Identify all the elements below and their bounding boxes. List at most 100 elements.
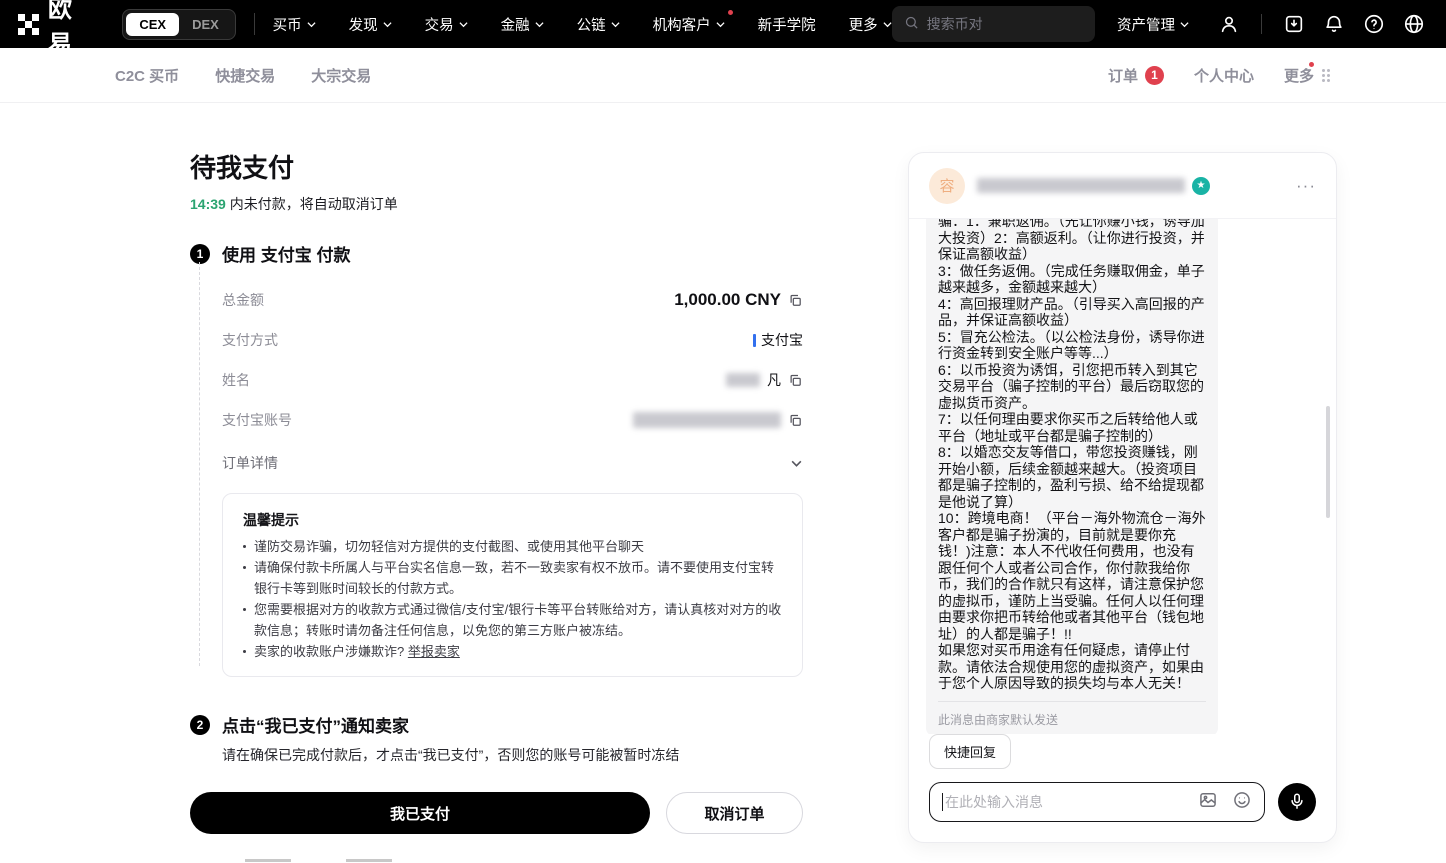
cex-dex-toggle: CEX DEX	[122, 9, 235, 40]
alipay-method-icon	[753, 334, 756, 347]
tip-item: 请确保付款卡所属人与平台实名信息一致，若不一致卖家有权不放币。请不要使用支付宝转…	[243, 557, 782, 599]
nav-divider	[254, 13, 255, 35]
payee-name-redacted	[726, 373, 760, 387]
menu-trade[interactable]: 交易	[425, 14, 468, 35]
chevron-down-icon	[307, 20, 316, 29]
notifications-bell-icon[interactable]	[1320, 10, 1348, 38]
step1-header: 1 使用 支付宝 付款	[190, 241, 803, 266]
merchant-avatar[interactable]: 容	[929, 168, 965, 204]
total-amount-row: 总金额 1,000.00 CNY	[222, 280, 803, 320]
quick-reply-button[interactable]: 快捷回复	[929, 734, 1011, 769]
tip-item: 卖家的收款账户涉嫌欺诈? 举报卖家	[243, 641, 782, 662]
tips-list: 谨防交易诈骗，切勿轻信对方提供的支付截图、或使用其他平台聊天 请确保付款卡所属人…	[243, 536, 782, 662]
payment-method-row: 支付方式 支付宝	[222, 320, 803, 360]
top-menu: 买币 发现 交易 金融 公链 机构客户 新手学院 更多	[273, 14, 892, 35]
orders-count-badge: 1	[1145, 66, 1164, 85]
chat-message-input[interactable]: 在此处输入消息	[929, 782, 1265, 822]
payee-name-row: 姓名 凡	[222, 360, 803, 400]
step2-subtitle: 请在确保已完成付款后，才点击“我已支付”，否则您的账号可能被暂时冻结	[222, 745, 803, 765]
tip-item: 您需要根据对方的收款方式通过微信/支付宝/银行卡等平台转账给对方，请认真核对对方…	[243, 599, 782, 641]
tab-block-trade[interactable]: 大宗交易	[311, 65, 371, 86]
menu-institutional[interactable]: 机构客户	[653, 14, 725, 35]
chat-footer: 快捷回复 在此处输入消息	[909, 734, 1336, 842]
new-dot	[1309, 62, 1314, 67]
total-amount-value: 1,000.00 CNY	[674, 290, 781, 310]
step-connector-line	[199, 262, 200, 666]
alipay-account-redacted	[633, 412, 781, 428]
orders-link[interactable]: 订单 1	[1108, 65, 1164, 86]
order-main: 待我支付 14:39 内未付款，将自动取消订单 1 使用 支付宝 付款 总金额 …	[190, 148, 803, 834]
menu-more[interactable]: 更多	[849, 14, 892, 35]
step2-number: 2	[190, 715, 210, 735]
countdown-line: 14:39 内未付款，将自动取消订单	[190, 194, 803, 214]
copy-icon[interactable]	[788, 373, 803, 388]
toggle-dex[interactable]: DEX	[179, 13, 232, 36]
merchant-name: ★	[977, 177, 1210, 195]
top-nav: 欧易 CEX DEX 买币 发现 交易 金融 公链 机构客户 新手学院 更多 搜…	[0, 0, 1446, 48]
assets-menu[interactable]: 资产管理	[1117, 14, 1189, 35]
menu-finance[interactable]: 金融	[501, 14, 544, 35]
alipay-account-row: 支付宝账号	[222, 400, 803, 440]
chat-input-row: 在此处输入消息	[929, 782, 1316, 822]
chevron-down-icon	[383, 20, 392, 29]
copy-icon[interactable]	[788, 293, 803, 308]
cancel-order-button[interactable]: 取消订单	[666, 792, 803, 834]
merchant-message-bubble: 骗：1：兼职返佣。（先让你赚小钱，诱导加大投资）2：高额返利。（让你进行投资，并…	[926, 219, 1218, 734]
step1-title: 使用 支付宝 付款	[222, 241, 350, 266]
search-placeholder: 搜索币对	[927, 14, 983, 34]
payment-method-value: 支付宝	[761, 330, 803, 350]
toggle-cex[interactable]: CEX	[126, 13, 179, 36]
tab-express-trade[interactable]: 快捷交易	[215, 65, 275, 86]
attach-image-icon[interactable]	[1198, 790, 1218, 815]
help-icon[interactable]	[1360, 10, 1388, 38]
sub-nav-right: 订单 1 个人中心 更多	[1108, 65, 1330, 86]
tip-item: 谨防交易诈骗，切勿轻信对方提供的支付截图、或使用其他平台聊天	[243, 536, 782, 557]
payment-detail-rows: 总金额 1,000.00 CNY 支付方式 支付宝 姓名 凡	[222, 280, 803, 483]
chevron-down-icon	[790, 457, 803, 470]
voice-message-button[interactable]	[1278, 783, 1316, 821]
merchant-message-text: 骗：1：兼职返佣。（先让你赚小钱，诱导加大投资）2：高额返利。（让你进行投资，并…	[938, 219, 1206, 692]
chevron-down-icon	[611, 20, 620, 29]
subnav-more[interactable]: 更多	[1284, 65, 1330, 86]
new-dot	[728, 10, 733, 15]
order-details-toggle[interactable]: 订单详情	[222, 443, 803, 483]
chevron-down-icon	[883, 20, 892, 29]
language-globe-icon[interactable]	[1400, 10, 1428, 38]
menu-academy[interactable]: 新手学院	[758, 14, 816, 35]
chat-input-placeholder: 在此处输入消息	[945, 792, 1198, 812]
top-icons	[1215, 10, 1428, 38]
menu-buy-crypto[interactable]: 买币	[273, 14, 316, 35]
step1-number: 1	[190, 244, 210, 264]
okx-c2c-order-page: 欧易 CEX DEX 买币 发现 交易 金融 公链 机构客户 新手学院 更多 搜…	[0, 0, 1446, 863]
chat-header: 容 ★ ···	[909, 153, 1336, 219]
tips-title: 温馨提示	[243, 510, 782, 530]
emoji-icon[interactable]	[1232, 790, 1252, 815]
account-icon[interactable]	[1215, 10, 1243, 38]
microphone-icon	[1288, 792, 1306, 813]
menu-chain[interactable]: 公链	[577, 14, 620, 35]
paid-button[interactable]: 我已支付	[190, 792, 650, 834]
sub-nav-tabs: C2C 买币 快捷交易 大宗交易	[115, 65, 371, 86]
tab-c2c-buy[interactable]: C2C 买币	[115, 65, 179, 86]
chevron-down-icon	[716, 20, 725, 29]
download-app-icon[interactable]	[1280, 10, 1308, 38]
okx-brand[interactable]: 欧易	[18, 0, 88, 59]
menu-discover[interactable]: 发现	[349, 14, 392, 35]
profile-center-link[interactable]: 个人中心	[1194, 65, 1254, 86]
sub-nav: C2C 买币 快捷交易 大宗交易 订单 1 个人中心 更多	[0, 48, 1446, 103]
okx-logo-icon	[18, 14, 39, 35]
tips-box: 温馨提示 谨防交易诈骗，切勿轻信对方提供的支付截图、或使用其他平台聊天 请确保付…	[222, 493, 803, 677]
copy-icon[interactable]	[788, 413, 803, 428]
action-buttons: 我已支付 取消订单	[190, 792, 803, 834]
chat-more-icon[interactable]: ···	[1296, 176, 1316, 196]
payee-name-visible: 凡	[767, 370, 781, 390]
verified-badge-icon: ★	[1192, 177, 1210, 195]
chat-scrollbar[interactable]	[1326, 406, 1330, 518]
chat-message-area[interactable]: 骗：1：兼职返佣。（先让你赚小钱，诱导加大投资）2：高额返利。（让你进行投资，并…	[909, 219, 1336, 734]
default-message-note: 此消息由商家默认发送	[938, 702, 1206, 728]
report-seller-link[interactable]: 举报卖家	[408, 644, 460, 659]
merchant-chat-panel: 容 ★ ··· 骗：1：兼职返佣。（先让你赚小钱，诱导加大投资）2：高额返利。（…	[908, 152, 1337, 843]
clipped-next-section	[245, 859, 392, 862]
search-input[interactable]: 搜索币对	[892, 6, 1095, 42]
step2-title: 点击“我已支付”通知卖家	[222, 712, 409, 737]
